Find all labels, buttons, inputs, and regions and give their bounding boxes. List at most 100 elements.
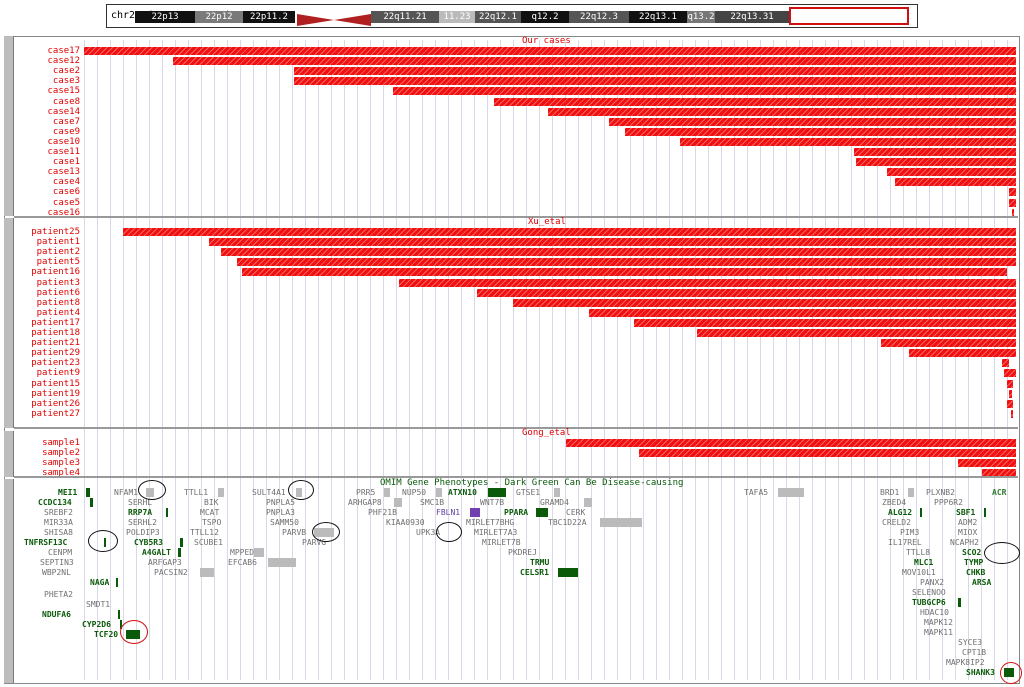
sample-label[interactable]: case11 (14, 147, 80, 157)
omim-gene-label[interactable]: SERHL2 (128, 518, 157, 527)
sample-label[interactable]: case12 (14, 56, 80, 66)
omim-gene-label[interactable]: ARSA (972, 578, 991, 587)
sample-label[interactable]: patient23 (14, 358, 80, 368)
sample-label[interactable]: sample2 (14, 448, 80, 458)
omim-gene-label[interactable]: PKDREJ (508, 548, 537, 557)
omim-gene-label[interactable]: CCDC134 (38, 498, 72, 507)
ideogram-band[interactable]: 22q13.1 (629, 11, 687, 23)
omim-gene-label[interactable]: POLDIP3 (126, 528, 160, 537)
gene-feature-box[interactable] (218, 488, 224, 497)
omim-gene-label[interactable]: NUP50 (402, 488, 426, 497)
omim-gene-label[interactable]: PARVB (282, 528, 306, 537)
omim-gene-label[interactable]: PNPLA3 (266, 508, 295, 517)
ideogram-band[interactable]: 22q12.1 (475, 11, 521, 23)
deletion-bar[interactable] (241, 268, 1007, 277)
ideogram-band[interactable]: 22p11.2 (243, 11, 295, 23)
omim-gene-label[interactable]: ARFGAP3 (148, 558, 182, 567)
deletion-bar[interactable] (680, 137, 1016, 146)
ideogram-band[interactable]: 22p13 (135, 11, 195, 23)
omim-gene-label[interactable]: ARHGAP8 (348, 498, 382, 507)
omim-gene-label[interactable]: PLXNB2 (926, 488, 955, 497)
omim-gene-label[interactable]: SHISA8 (44, 528, 73, 537)
gene-feature-box[interactable] (384, 488, 390, 497)
omim-gene-label[interactable]: ADM2 (958, 518, 977, 527)
omim-gene-label[interactable]: TUBGCP6 (912, 598, 946, 607)
omim-gene-label[interactable]: CERK (566, 508, 585, 517)
sample-label[interactable]: patient26 (14, 399, 80, 409)
omim-gene-label[interactable]: EFCAB6 (228, 558, 257, 567)
gene-feature-box[interactable] (118, 610, 120, 619)
sample-label[interactable]: patient19 (14, 389, 80, 399)
omim-gene-label[interactable]: SCO2 (962, 548, 981, 557)
deletion-bar[interactable] (123, 228, 1016, 236)
deletion-bar[interactable] (958, 459, 1016, 468)
deletion-bar[interactable] (908, 349, 1016, 358)
gene-feature-box[interactable] (584, 498, 592, 507)
deletion-bar[interactable] (548, 107, 1016, 116)
deletion-bar[interactable] (494, 97, 1016, 106)
omim-gene-label[interactable]: NFAM1 (114, 488, 138, 497)
deletion-bar[interactable] (208, 238, 1016, 247)
deletion-bar[interactable] (608, 117, 1016, 126)
sample-label[interactable]: patient29 (14, 348, 80, 358)
sample-label[interactable]: case17 (14, 46, 80, 56)
omim-gene-label[interactable]: TBC1D22A (548, 518, 587, 527)
sample-label[interactable]: case8 (14, 97, 80, 107)
omim-gene-label[interactable]: CYP2D6 (82, 620, 111, 629)
deletion-bar[interactable] (853, 148, 1016, 156)
gene-feature-box[interactable] (558, 568, 578, 577)
sample-label[interactable]: case7 (14, 117, 80, 127)
gene-feature-box[interactable] (166, 508, 168, 517)
omim-gene-label[interactable]: BIK (204, 498, 218, 507)
sample-label[interactable]: patient16 (14, 267, 80, 277)
deletion-bar[interactable] (855, 158, 1016, 167)
deletion-bar[interactable] (293, 67, 1016, 76)
omim-gene-label[interactable]: TYMP (964, 558, 983, 567)
sample-label[interactable]: case6 (14, 187, 80, 197)
deletion-bar[interactable] (633, 318, 1016, 327)
omim-gene-label[interactable]: TAFA5 (744, 488, 768, 497)
sample-label[interactable]: case13 (14, 167, 80, 177)
sample-label[interactable]: case2 (14, 66, 80, 76)
omim-gene-label[interactable]: WBP2NL (42, 568, 71, 577)
ideogram-band[interactable]: q12.2 (521, 11, 569, 23)
sample-label[interactable]: case14 (14, 107, 80, 117)
ideogram-band[interactable]: 22p12 (195, 11, 243, 23)
omim-gene-label[interactable]: SMC1B (420, 498, 444, 507)
omim-gene-label[interactable]: PACSIN2 (154, 568, 188, 577)
sample-label[interactable]: case15 (14, 86, 80, 96)
sample-label[interactable]: patient15 (14, 379, 80, 389)
omim-gene-label[interactable]: CENPM (48, 548, 72, 557)
sample-label[interactable]: patient9 (14, 368, 80, 378)
omim-gene-label[interactable]: NAGA (90, 578, 109, 587)
deletion-bar[interactable] (1008, 188, 1016, 197)
omim-gene-label[interactable]: MAPK8IP2 (946, 658, 985, 667)
omim-gene-label[interactable]: PANX2 (920, 578, 944, 587)
sample-label[interactable]: patient8 (14, 298, 80, 308)
omim-gene-label[interactable]: GTSE1 (516, 488, 540, 497)
omim-gene-label[interactable]: CYB5R3 (134, 538, 163, 547)
deletion-bar[interactable] (477, 288, 1016, 297)
omim-gene-label[interactable]: SYCE3 (958, 638, 982, 647)
deletion-bar[interactable] (1006, 399, 1014, 408)
gene-feature-box[interactable] (470, 508, 480, 517)
deletion-bar[interactable] (589, 308, 1016, 317)
omim-gene-label[interactable]: TTLL8 (906, 548, 930, 557)
sample-label[interactable]: case4 (14, 177, 80, 187)
deletion-bar[interactable] (887, 168, 1016, 177)
omim-gene-label[interactable]: SBF1 (956, 508, 975, 517)
sample-label[interactable]: case9 (14, 127, 80, 137)
omim-gene-label[interactable]: TSPO (202, 518, 221, 527)
ideogram-band[interactable]: 22q12.3 (569, 11, 629, 23)
gene-feature-box[interactable] (436, 488, 442, 497)
omim-gene-label[interactable]: PHETA2 (44, 590, 73, 599)
omim-gene-label[interactable]: SHANK3 (966, 668, 995, 677)
gene-feature-box[interactable] (254, 548, 264, 557)
omim-gene-label[interactable]: NCAPH2 (950, 538, 979, 547)
gene-feature-box[interactable] (488, 488, 506, 497)
omim-gene-label[interactable]: ACR (992, 488, 1006, 497)
gene-feature-box[interactable] (984, 508, 986, 517)
track-side-handle[interactable] (4, 36, 14, 216)
gene-feature-box[interactable] (958, 598, 961, 607)
omim-gene-label[interactable]: CRELD2 (882, 518, 911, 527)
